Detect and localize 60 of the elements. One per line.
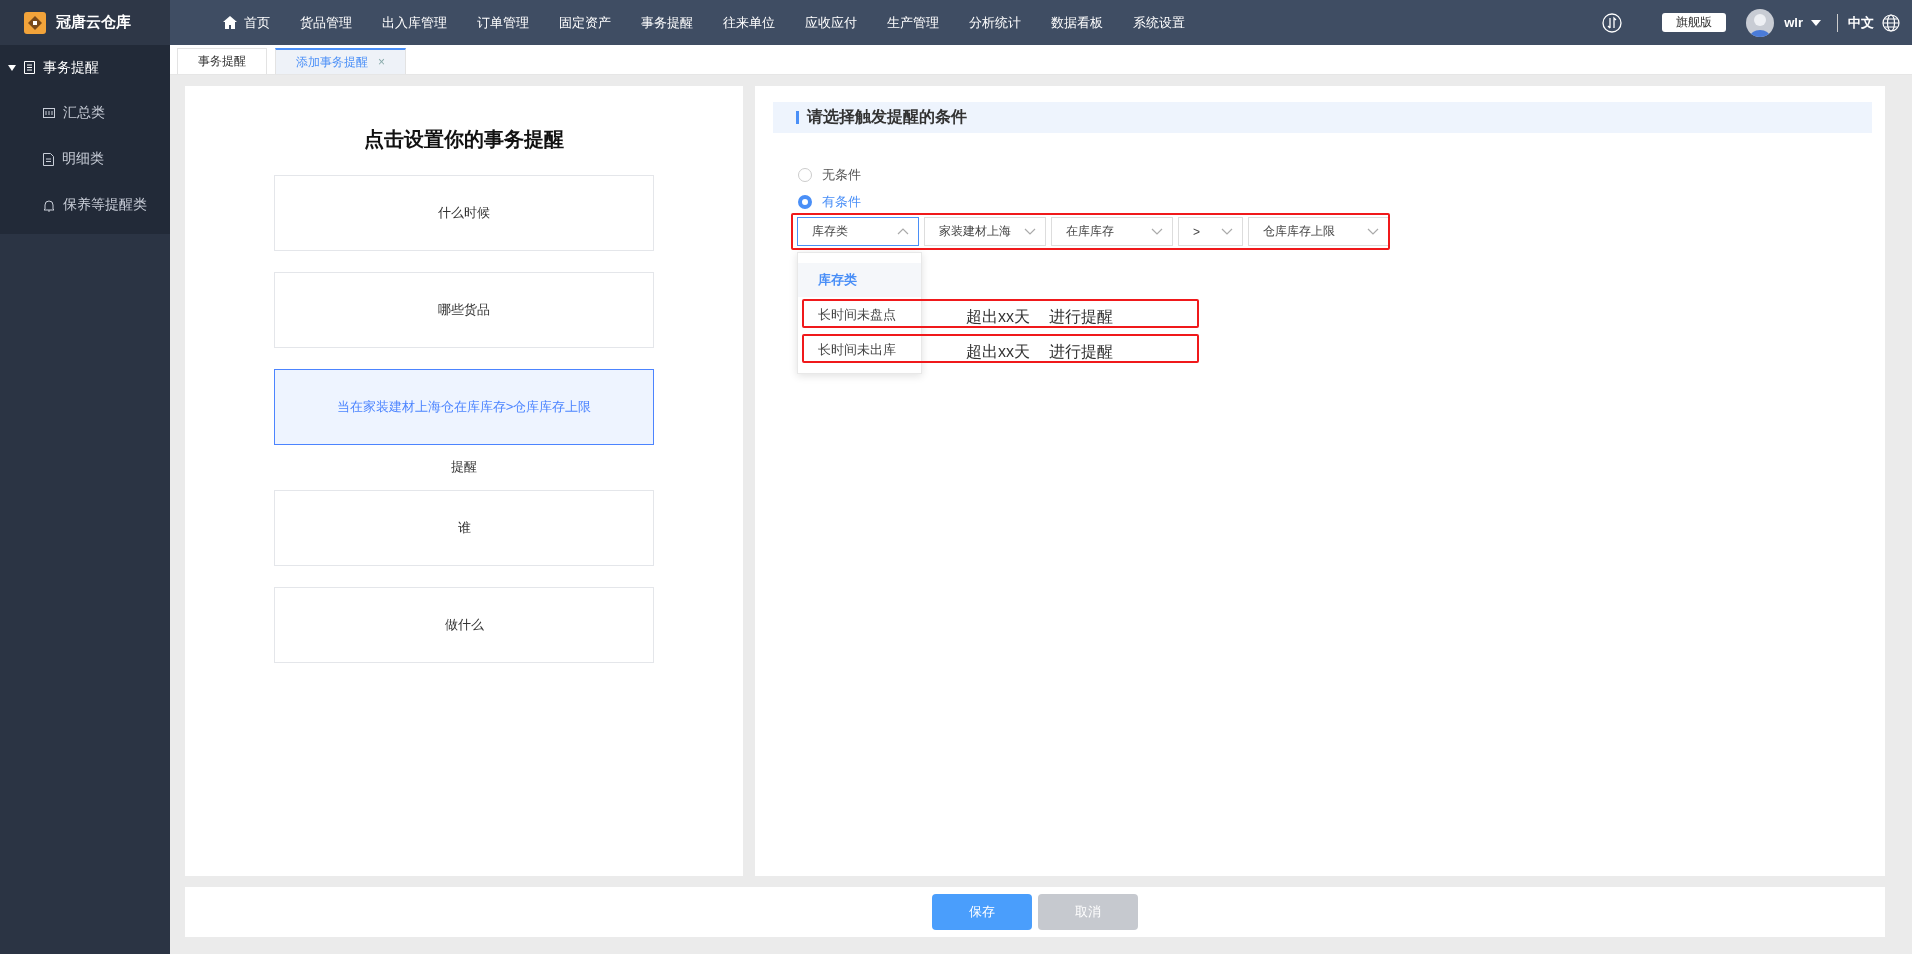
radio-button[interactable] bbox=[798, 168, 812, 182]
note-text: 超出xx天 bbox=[966, 342, 1030, 362]
step-card[interactable]: 做什么 bbox=[274, 587, 654, 663]
sidebar-group-label: 事务提醒 bbox=[43, 58, 99, 77]
bell-icon bbox=[43, 198, 55, 212]
nav-link[interactable]: 分析统计 bbox=[954, 13, 1036, 32]
radio-button[interactable] bbox=[798, 195, 812, 209]
tab[interactable]: 事务提醒 bbox=[177, 48, 267, 74]
nav-link[interactable]: 数据看板 bbox=[1036, 13, 1118, 32]
chevron-icon bbox=[897, 228, 909, 235]
select-field[interactable]: 在库库存 bbox=[1051, 217, 1173, 246]
caret-icon bbox=[8, 64, 16, 71]
panel-title: 点击设置你的事务提醒 bbox=[364, 127, 564, 152]
select-field[interactable]: 家装建材上海 bbox=[924, 217, 1046, 246]
globe-icon[interactable] bbox=[1882, 13, 1900, 32]
nav-link[interactable]: 固定资产 bbox=[544, 13, 626, 32]
nav-link[interactable]: 出入库管理 bbox=[367, 13, 462, 32]
nav-link[interactable]: 系统设置 bbox=[1118, 13, 1200, 32]
nav-link[interactable]: 事务提醒 bbox=[626, 13, 708, 32]
document-icon bbox=[43, 152, 54, 166]
nav-link[interactable]: 应收应付 bbox=[790, 13, 872, 32]
document-icon bbox=[24, 61, 35, 74]
step-card[interactable]: 什么时候 bbox=[274, 175, 654, 251]
step-caption: 提醒 bbox=[451, 458, 477, 476]
dropdown-item[interactable]: 长时间未出库 bbox=[798, 332, 921, 367]
radio-option[interactable]: 无条件 bbox=[798, 166, 1872, 184]
home-icon bbox=[223, 16, 237, 29]
nav-link[interactable]: 订单管理 bbox=[462, 13, 544, 32]
nav-link[interactable]: 往来单位 bbox=[708, 13, 790, 32]
avatar-icon[interactable] bbox=[1746, 8, 1775, 37]
accent-bar bbox=[796, 111, 799, 124]
language-switch[interactable]: 中文 bbox=[1848, 13, 1874, 32]
nav-link[interactable]: 货品管理 bbox=[285, 13, 367, 32]
dropdown-item[interactable]: 长时间未盘点 bbox=[798, 297, 921, 332]
chevron-icon bbox=[1151, 228, 1163, 235]
chevron-icon bbox=[1367, 228, 1379, 235]
caret-icon[interactable] bbox=[1811, 19, 1821, 26]
sort-icon[interactable] bbox=[1602, 12, 1623, 33]
list-icon bbox=[43, 107, 55, 119]
sidebar-item[interactable]: 保养等提醒类 bbox=[0, 182, 170, 228]
section-title: 请选择触发提醒的条件 bbox=[807, 107, 967, 127]
chevron-icon bbox=[1024, 228, 1036, 235]
logo-icon bbox=[24, 11, 46, 34]
select-field[interactable]: 库存类 bbox=[797, 217, 919, 246]
chevron-icon bbox=[1221, 228, 1233, 235]
app-logo-text: 冠唐云仓库 bbox=[56, 13, 131, 32]
note-text: 超出xx天 bbox=[966, 307, 1030, 327]
select-field[interactable]: > bbox=[1178, 217, 1243, 246]
user-name[interactable]: wlr bbox=[1784, 15, 1803, 30]
sidebar-group[interactable]: 事务提醒 bbox=[0, 45, 170, 90]
sidebar-item[interactable]: 明细类 bbox=[0, 136, 170, 182]
step-card[interactable]: 哪些货品 bbox=[274, 272, 654, 348]
nav-link[interactable]: 生产管理 bbox=[872, 13, 954, 32]
nav-link[interactable]: 首页 bbox=[208, 13, 285, 32]
select-field[interactable]: 仓库库存上限 bbox=[1248, 217, 1389, 246]
note-text: 进行提醒 bbox=[1049, 342, 1113, 362]
edition-badge: 旗舰版 bbox=[1662, 13, 1727, 32]
sidebar-item[interactable]: 汇总类 bbox=[0, 90, 170, 136]
step-card[interactable]: 谁 bbox=[274, 490, 654, 566]
note-text: 进行提醒 bbox=[1049, 307, 1113, 327]
